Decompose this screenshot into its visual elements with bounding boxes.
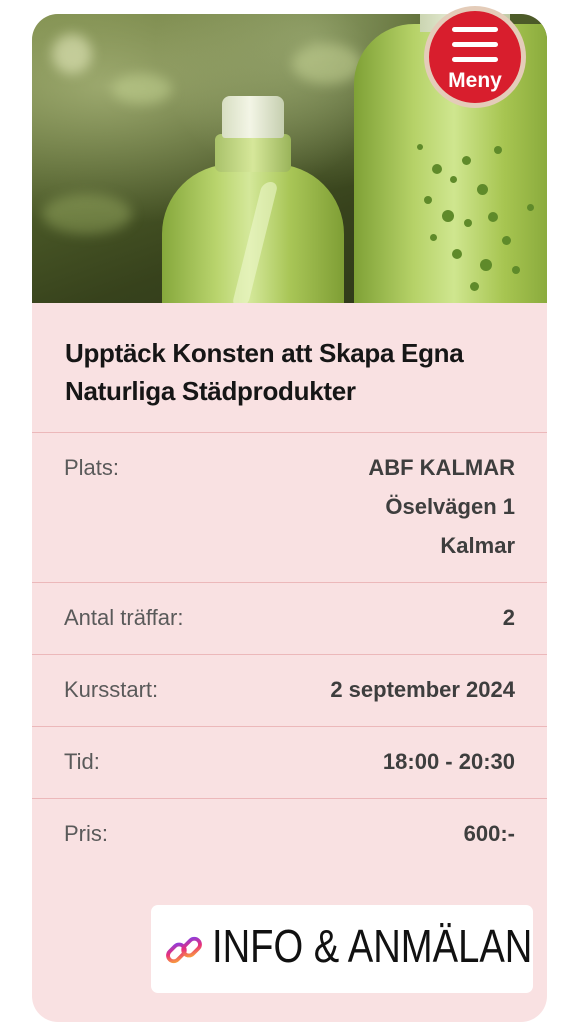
time-label: Tid: [64, 749, 100, 774]
price-value: 600:- [463, 821, 515, 846]
link-icon [166, 936, 202, 964]
location-value: ABF KALMAR Öselvägen 1 Kalmar [368, 448, 515, 565]
sessions-row: Antal träffar: 2 [32, 582, 547, 654]
venue-name: ABF KALMAR [368, 455, 515, 480]
hamburger-icon [452, 27, 498, 32]
sessions-value: 2 [502, 605, 515, 630]
info-signup-label: INFO & ANMÄLAN [212, 920, 533, 972]
start-row: Kursstart: 2 september 2024 [32, 654, 547, 726]
start-value: 2 september 2024 [330, 677, 515, 702]
time-row: Tid: 18:00 - 20:30 [32, 726, 547, 798]
course-title: Upptäck Konsten att Skapa Egna Naturliga… [65, 334, 515, 410]
venue-street: Öselvägen 1 [385, 494, 515, 519]
course-title-line-2: Naturliga Städprodukter [65, 376, 356, 406]
menu-button[interactable]: Meny [424, 6, 526, 108]
menu-label: Meny [448, 69, 502, 92]
course-card: Upptäck Konsten att Skapa Egna Naturliga… [32, 14, 547, 1022]
course-title-line-1: Upptäck Konsten att Skapa Egna [65, 338, 464, 368]
start-label: Kursstart: [64, 677, 159, 702]
sessions-label: Antal träffar: [64, 605, 184, 630]
time-value: 18:00 - 20:30 [382, 749, 515, 774]
price-row: Pris: 600:- [32, 798, 547, 870]
location-row: Plats: ABF KALMAR Öselvägen 1 Kalmar [32, 432, 547, 582]
price-label: Pris: [64, 821, 108, 846]
location-label: Plats: [64, 455, 120, 480]
venue-city: Kalmar [440, 533, 515, 558]
info-signup-button[interactable]: INFO & ANMÄLAN [151, 905, 533, 993]
